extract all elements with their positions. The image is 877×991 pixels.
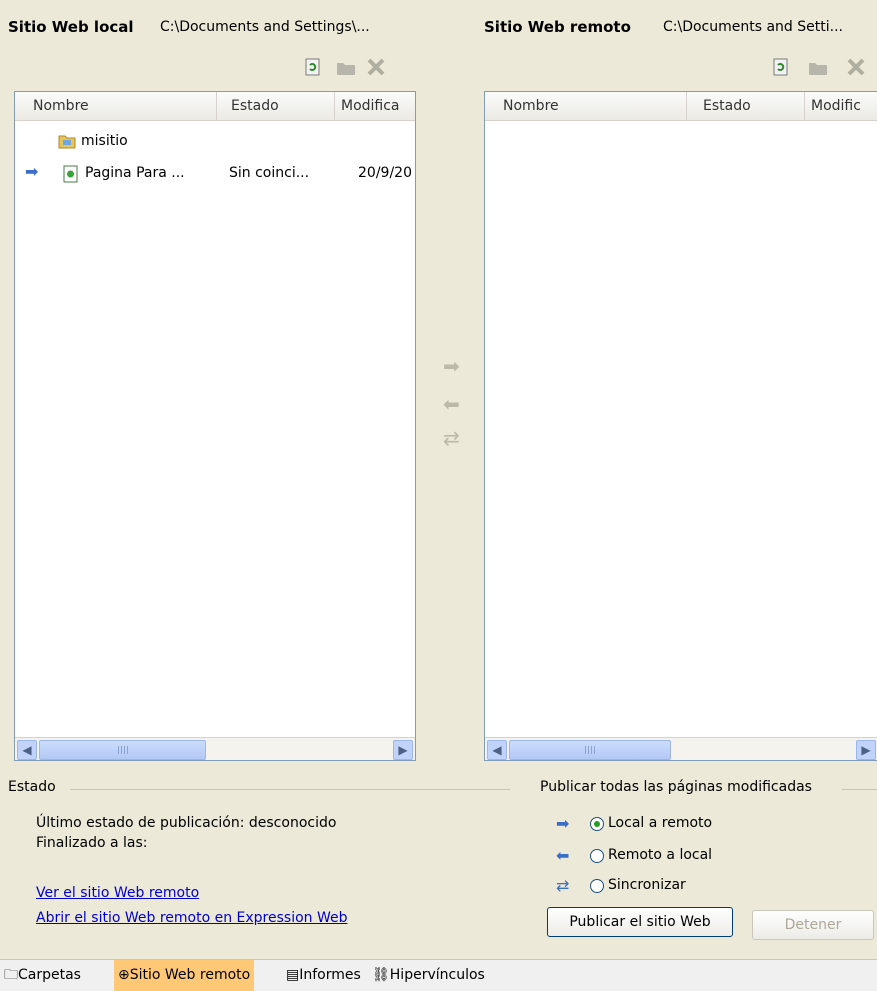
scroll-right-icon[interactable]: ▶ [393,740,413,760]
view-tabs-bar: 🗀Carpetas ⊕Sitio Web remoto ▤Informes ⛓H… [0,959,877,991]
status-heading: Estado [8,779,56,795]
remote-horizontal-scrollbar[interactable]: ◀ ▶ [485,737,877,760]
radio-local-to-remote[interactable] [590,817,604,831]
publish-heading: Publicar todas las páginas modificadas [540,779,812,795]
publish-site-button[interactable]: Publicar el sitio Web [547,907,733,937]
right-arrow-icon: ➡ [556,814,570,833]
refresh-icon[interactable] [304,58,322,76]
local-site-path: C:\Documents and Settings\... [160,19,370,35]
publish-left-arrow-icon[interactable]: ⬅ [443,392,460,416]
delete-icon[interactable] [846,58,865,76]
stop-button[interactable]: Detener [752,910,874,940]
scroll-thumb[interactable] [39,740,206,760]
synchronize-arrows-icon: ⇄ [556,876,570,895]
radio-synchronize[interactable] [590,879,604,893]
tab-label: Hipervínculos [389,967,485,983]
list-item[interactable]: ➡ Pagina Para ... Sin coinci... 20/9/20 [15,162,415,184]
refresh-icon[interactable] [772,58,790,76]
publish-divider [842,789,877,790]
finished-at: Finalizado a las: [36,835,148,851]
local-file-list[interactable]: Nombre Estado Modifica misitio ➡ Pagina … [14,91,416,761]
new-folder-icon[interactable] [808,60,827,78]
reports-icon: ▤ [286,967,300,983]
column-header-modified[interactable]: Modific [805,92,877,120]
list-item[interactable]: misitio [15,130,415,152]
tab-hyperlinks[interactable]: ⛓Hipervínculos [372,960,485,991]
folder-icon [58,133,76,149]
scroll-right-icon[interactable]: ▶ [856,740,876,760]
view-remote-site-link[interactable]: Ver el sitio Web remoto [36,885,199,901]
remote-site-path: C:\Documents and Setti... [663,19,843,35]
open-remote-site-link[interactable]: Abrir el sitio Web remoto en Expression … [36,910,348,926]
scroll-left-icon[interactable]: ◀ [17,740,37,760]
tab-folders[interactable]: 🗀Carpetas [4,960,81,991]
tab-label: Carpetas [18,967,81,983]
radio-remote-to-local[interactable] [590,849,604,863]
local-list-header: Nombre Estado Modifica [15,92,415,121]
column-header-modified[interactable]: Modifica [335,92,415,120]
scroll-thumb[interactable] [509,740,671,760]
local-site-title: Sitio Web local [8,18,134,36]
last-publish-status: Último estado de publicación: desconocid… [36,815,337,831]
option-local-to-remote-label[interactable]: Local a remoto [608,815,712,831]
remote-list-header: Nombre Estado Modific [485,92,877,121]
tab-reports[interactable]: ▤Informes [286,960,361,991]
new-folder-icon[interactable] [336,60,355,78]
scroll-left-icon[interactable]: ◀ [487,740,507,760]
publish-right-arrow-icon[interactable]: ➡ [443,354,460,378]
folder-icon: 🗀 [4,967,18,983]
tab-remote-site[interactable]: ⊕Sitio Web remoto [114,960,255,991]
tab-label: Informes [299,967,361,983]
synchronize-arrows-icon[interactable]: ⇄ [443,426,460,450]
column-header-status[interactable]: Estado [687,92,805,120]
remote-site-icon: ⊕ [118,967,130,983]
delete-icon[interactable] [366,58,385,76]
option-remote-to-local-label[interactable]: Remoto a local [608,847,712,863]
column-header-status[interactable]: Estado [217,92,335,120]
tab-label: Sitio Web remoto [129,967,251,983]
option-synchronize-label[interactable]: Sincronizar [608,877,686,893]
column-header-name[interactable]: Nombre [15,92,217,120]
status-divider [70,789,510,790]
file-modified: 20/9/20 [358,165,412,181]
right-arrow-icon: ➡ [25,162,39,181]
local-horizontal-scrollbar[interactable]: ◀ ▶ [15,737,415,760]
remote-site-title: Sitio Web remoto [484,18,631,36]
file-name: Pagina Para ... [85,165,185,181]
file-name: misitio [81,133,128,149]
left-arrow-icon: ⬅ [556,846,570,865]
remote-file-list[interactable]: Nombre Estado Modific ◀ ▶ [484,91,877,761]
html-page-icon [63,165,79,183]
column-header-name[interactable]: Nombre [485,92,687,120]
hyperlinks-icon: ⛓ [372,967,390,983]
file-status: Sin coinci... [229,165,310,181]
